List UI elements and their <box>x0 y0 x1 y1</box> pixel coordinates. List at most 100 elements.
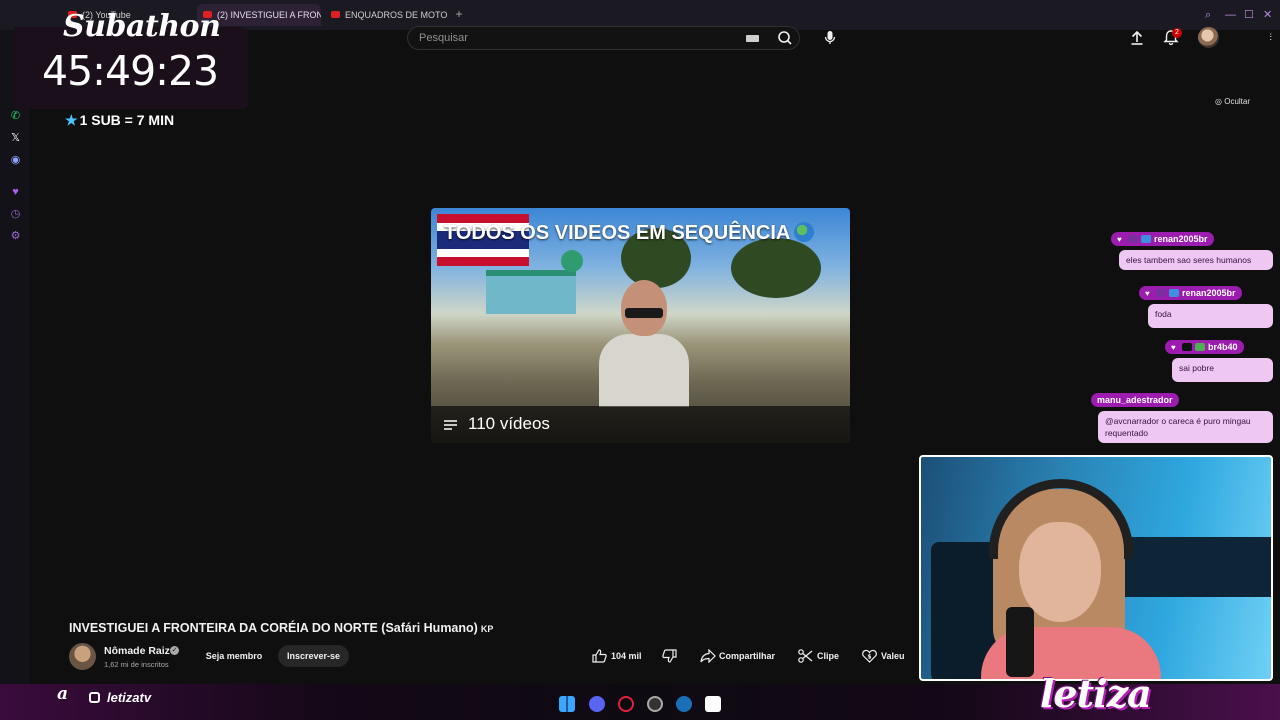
frog-badge-icon <box>1195 343 1205 351</box>
globe-icon <box>794 222 815 242</box>
thumbnail-palm <box>731 238 821 298</box>
thumbs-up-icon <box>592 649 607 663</box>
discord-icon[interactable]: ◉ <box>9 154 22 167</box>
browser-sidebar: ✆ 𝕏 ◉ ♥ ◷ ⚙ <box>0 30 30 690</box>
thanks-button[interactable]: $ Valeu <box>862 645 908 667</box>
chat-username: manu_adestrador <box>1091 393 1179 407</box>
steam-taskbar-icon[interactable] <box>676 696 692 712</box>
heart-badge-icon: ♥ <box>1117 235 1122 244</box>
discord-taskbar-icon[interactable] <box>589 696 605 712</box>
hide-label: Ocultar <box>1224 97 1251 106</box>
windows-start-icon[interactable] <box>559 696 575 712</box>
search-button[interactable] <box>770 26 800 50</box>
clip-button[interactable]: Clipe <box>798 645 840 667</box>
sub-rule: ★ 1 SUB = 7 MIN <box>65 111 174 129</box>
playlist-count-bar: 110 vídeos <box>431 406 850 443</box>
scissors-icon <box>798 649 813 663</box>
thumbnail-mosque <box>486 270 576 314</box>
chat-username-text: br4b40 <box>1208 342 1238 352</box>
sub-badge-icon <box>1128 235 1138 243</box>
crown-badge-icon <box>1169 289 1179 297</box>
thumbnail-person <box>599 280 689 407</box>
close-icon[interactable]: ✕ <box>1263 9 1272 21</box>
sub-rule-text: 1 SUB = 7 MIN <box>79 112 175 128</box>
like-count: 104 mil <box>611 651 642 661</box>
subscribe-button[interactable]: Inscrever-se <box>278 645 349 667</box>
heart-badge-icon: ♥ <box>1145 289 1150 298</box>
keyboard-icon[interactable] <box>746 35 759 42</box>
create-button[interactable] <box>1129 27 1145 47</box>
notification-count-badge: 2 <box>1172 28 1182 38</box>
video-title: INVESTIGUEI A FRONTEIRA DA CORÉIA DO NOR… <box>69 620 493 637</box>
heart-badge-icon: ♥ <box>1171 343 1176 352</box>
playlist-video-count: 110 vídeos <box>468 414 550 433</box>
playlist-card[interactable]: TODOS OS VIDEOS EM SEQUÊNCIA 110 vídeos <box>431 208 850 443</box>
channel-avatar[interactable] <box>69 643 96 670</box>
chat-username: ♥ br4b40 <box>1165 340 1244 354</box>
account-avatar[interactable] <box>1198 27 1219 48</box>
heart-icon[interactable]: ♥ <box>9 186 22 199</box>
tab-enquadros[interactable]: ENQUADROS DE MOTO ( <box>325 4 447 26</box>
channel-subscribers: 1,62 mi de inscritos <box>104 660 169 669</box>
settings-icon[interactable]: ⚙ <box>9 230 22 243</box>
chat-username: ♥ renan2005br <box>1111 232 1214 246</box>
cat-badge-icon <box>1182 343 1192 351</box>
video-title-text: INVESTIGUEI A FRONTEIRA DA CORÉIA DO NOR… <box>69 621 478 635</box>
search-tabs-icon[interactable]: ⌕ <box>1205 9 1211 21</box>
search-icon <box>778 31 792 45</box>
chat-message: @avcnarrador o careca é puro mingau requ… <box>1098 411 1273 443</box>
video-title-suffix: KP <box>480 624 494 634</box>
playlist-icon <box>444 420 457 430</box>
whatsapp-icon[interactable]: ✆ <box>9 110 22 123</box>
tab-label: ENQUADROS DE MOTO ( <box>345 10 447 20</box>
chat-username-text: renan2005br <box>1182 288 1236 298</box>
channel-name[interactable]: Nômade Raiz <box>104 645 170 658</box>
thumbs-down-icon <box>662 649 677 663</box>
history-icon[interactable]: ◷ <box>9 208 22 221</box>
voice-search-button[interactable] <box>822 26 838 50</box>
svg-text:$: $ <box>867 654 871 661</box>
x-twitter-icon[interactable]: 𝕏 <box>9 132 22 145</box>
tab-label: (2) INVESTIGUEI A FRON <box>217 10 321 20</box>
eye-off-icon: ◎ <box>1215 97 1222 106</box>
playlist-title: TODOS OS VIDEOS EM SEQUÊNCIA <box>444 221 815 245</box>
obs-taskbar-icon[interactable] <box>647 696 663 712</box>
chat-message: eles tambem sao seres humanos <box>1119 250 1273 270</box>
youtube-icon <box>331 11 340 18</box>
share-label: Compartilhar <box>719 651 776 661</box>
chat-username: ♥ renan2005br <box>1139 286 1242 300</box>
share-icon <box>700 649 716 663</box>
webcam-feed <box>919 455 1273 681</box>
chat-username-text: renan2005br <box>1154 234 1208 244</box>
join-button[interactable]: Seja membro <box>196 645 272 667</box>
hide-chat-button[interactable]: ◎ Ocultar <box>1215 97 1250 107</box>
instagram-handle: letizatv <box>107 690 152 705</box>
microphone-icon <box>824 31 836 44</box>
capcut-taskbar-icon[interactable] <box>705 696 721 712</box>
super-thanks-icon: $ <box>862 649 877 663</box>
crown-badge-icon <box>1141 235 1151 243</box>
search-input[interactable] <box>408 27 738 49</box>
instagram-icon <box>89 692 100 703</box>
sub-badge-icon <box>1156 289 1166 297</box>
share-button[interactable]: Compartilhar <box>700 645 780 667</box>
signature-logo: a <box>57 684 69 704</box>
playlist-title-text: TODOS OS VIDEOS EM SEQUÊNCIA <box>444 222 791 244</box>
minimize-icon[interactable]: — <box>1225 9 1236 21</box>
search-box <box>407 26 800 50</box>
opera-gx-taskbar-icon[interactable] <box>618 696 634 712</box>
new-tab-button[interactable]: + <box>452 7 466 21</box>
upload-icon <box>1131 30 1143 45</box>
thanks-label: Valeu <box>881 651 905 661</box>
subathon-title: Subathon <box>63 9 221 44</box>
chat-message: sai pobre <box>1172 358 1273 382</box>
clip-label: Clipe <box>817 651 840 661</box>
maximize-icon[interactable]: ☐ <box>1244 9 1254 21</box>
verified-icon: ✓ <box>170 646 179 655</box>
star-icon: ★ <box>65 112 78 128</box>
subathon-timer: 45:49:23 <box>42 47 219 95</box>
microphone <box>1006 607 1034 677</box>
like-button[interactable]: 104 mil <box>592 645 648 667</box>
thumbnail-dome <box>561 250 583 272</box>
dislike-button[interactable] <box>662 645 678 667</box>
